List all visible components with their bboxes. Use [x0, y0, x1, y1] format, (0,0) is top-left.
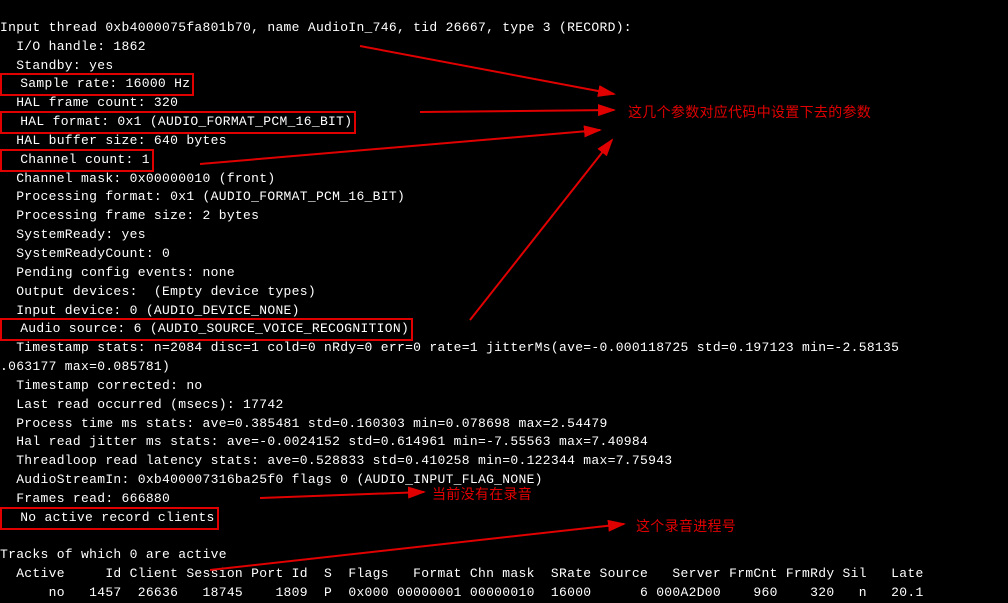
line-processing-frame-size: Processing frame size: 2 bytes — [0, 208, 259, 223]
line-pending-config: Pending config events: none — [0, 265, 235, 280]
line-timestamp-corrected: Timestamp corrected: no — [0, 378, 203, 393]
box-sample-rate: Sample rate: 16000 Hz — [0, 73, 194, 96]
line-timestamp-stats-cont: .063177 max=0.085781) — [0, 359, 170, 374]
line-frames-read: Frames read: 666880 — [0, 491, 170, 506]
line-processing-format: Processing format: 0x1 (AUDIO_FORMAT_PCM… — [0, 189, 405, 204]
annotation-no-recording: 当前没有在录音 — [432, 484, 532, 504]
box-no-active-clients: No active record clients — [0, 507, 219, 530]
line-threadloop-latency: Threadloop read latency stats: ave=0.528… — [0, 453, 672, 468]
line-timestamp-stats: Timestamp stats: n=2084 disc=1 cold=0 nR… — [0, 340, 899, 355]
line-blank — [0, 529, 16, 544]
terminal-output: Input thread 0xb4000075fa801b70, name Au… — [0, 0, 1008, 603]
line-hal-frame-count: HAL frame count: 320 — [0, 95, 178, 110]
line-standby: Standby: yes — [0, 58, 113, 73]
box-audio-source: Audio source: 6 (AUDIO_SOURCE_VOICE_RECO… — [0, 318, 413, 341]
line-input-device: Input device: 0 (AUDIO_DEVICE_NONE) — [0, 303, 300, 318]
annotation-process-id: 这个录音进程号 — [636, 516, 736, 536]
box-channel-count: Channel count: 1 — [0, 149, 154, 172]
table-data-row: no 1457 26636 18745 1809 P 0x000 0000000… — [0, 585, 924, 600]
line-input-thread: Input thread 0xb4000075fa801b70, name Au… — [0, 20, 632, 35]
line-output-devices: Output devices: (Empty device types) — [0, 284, 316, 299]
table-header-row: Active Id Client Session Port Id S Flags… — [0, 566, 924, 581]
line-hal-read-jitter: Hal read jitter ms stats: ave=-0.0024152… — [0, 434, 648, 449]
line-channel-mask: Channel mask: 0x00000010 (front) — [0, 171, 275, 186]
line-hal-buffer-size: HAL buffer size: 640 bytes — [0, 133, 227, 148]
line-tracks-active: Tracks of which 0 are active — [0, 547, 227, 562]
line-system-ready-count: SystemReadyCount: 0 — [0, 246, 170, 261]
line-last-read: Last read occurred (msecs): 17742 — [0, 397, 284, 412]
line-system-ready: SystemReady: yes — [0, 227, 146, 242]
annotation-params: 这几个参数对应代码中设置下去的参数 — [628, 102, 871, 122]
line-process-time: Process time ms stats: ave=0.385481 std=… — [0, 416, 608, 431]
line-io-handle: I/O handle: 1862 — [0, 39, 146, 54]
box-hal-format: HAL format: 0x1 (AUDIO_FORMAT_PCM_16_BIT… — [0, 111, 356, 134]
